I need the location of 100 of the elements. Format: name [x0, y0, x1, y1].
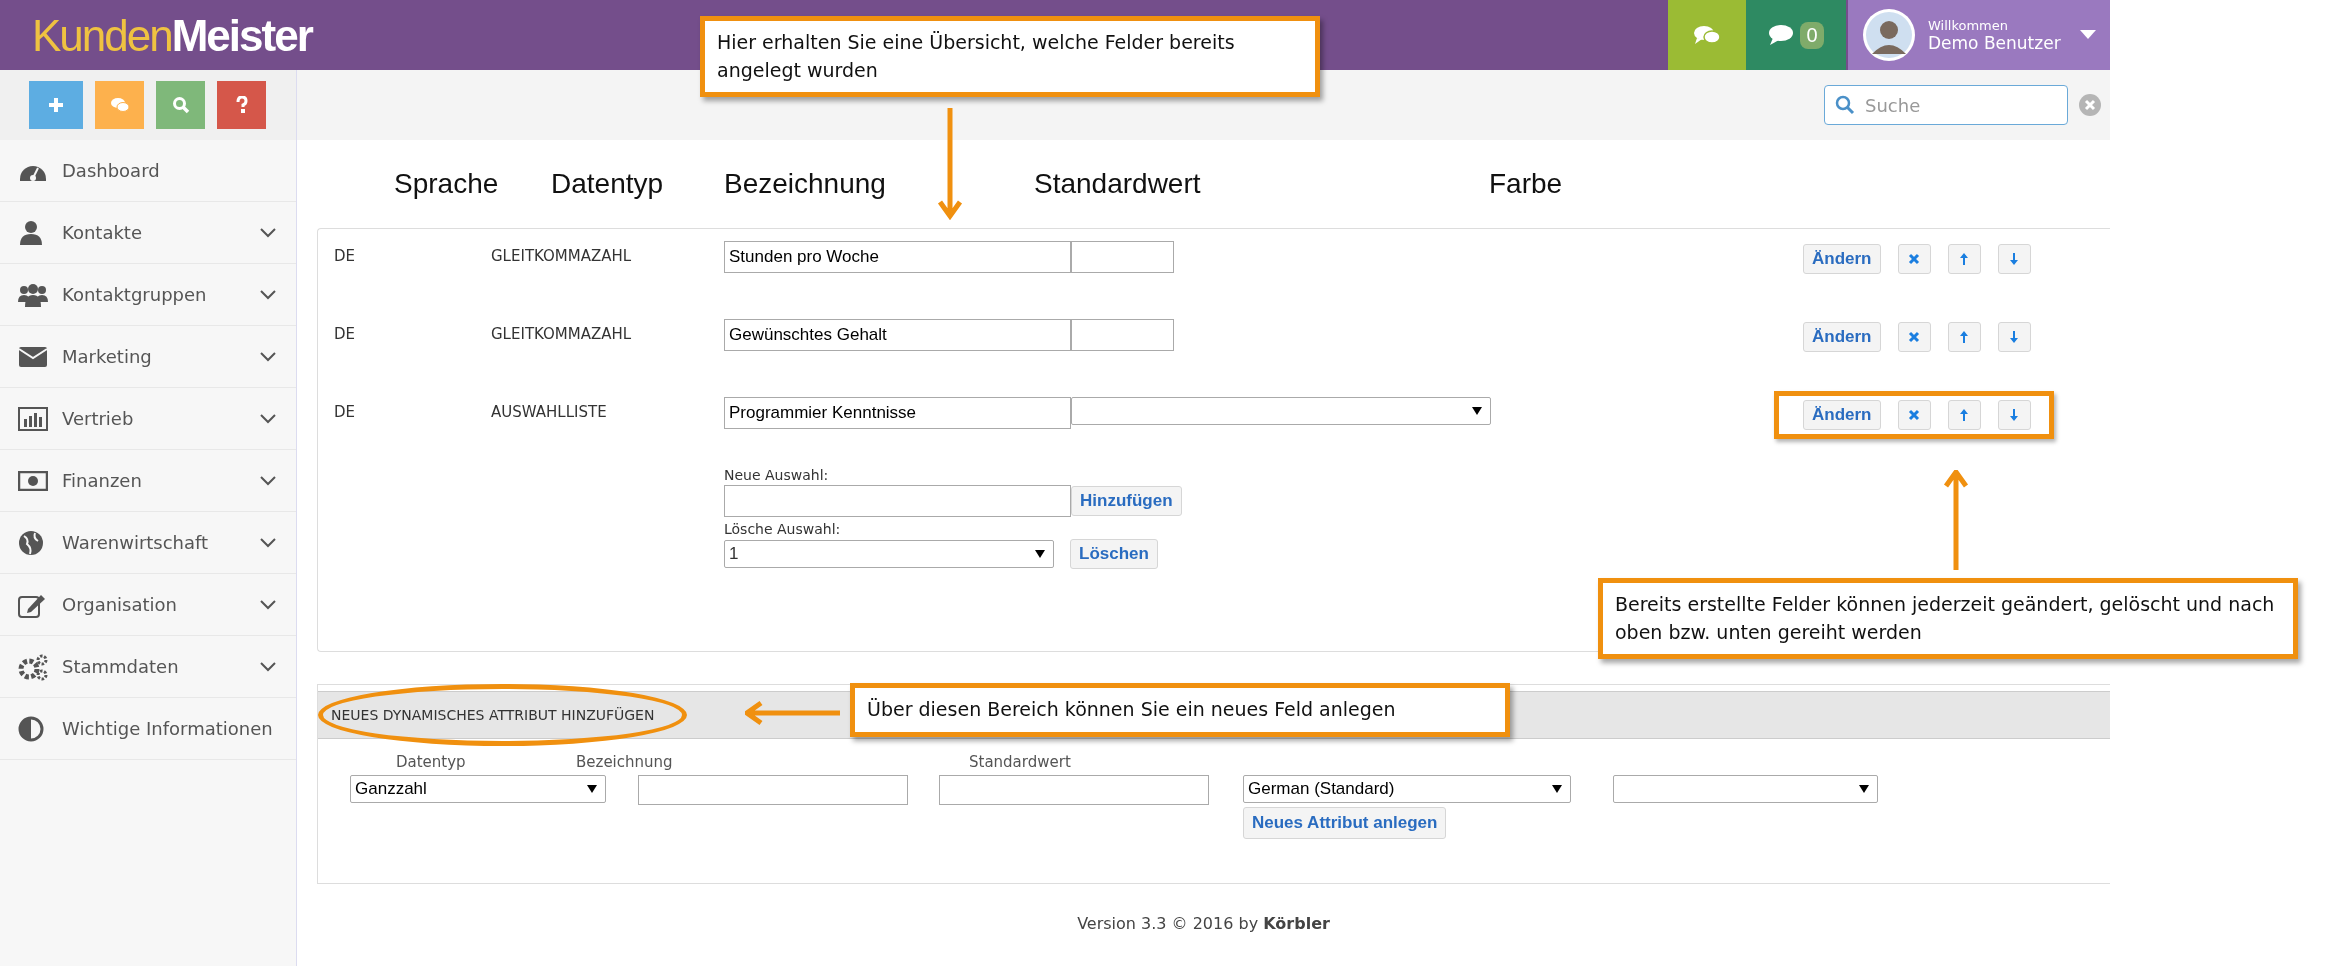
user-name: Demo Benutzer [1928, 32, 2062, 53]
sidebar-item[interactable]: Kontaktgruppen [0, 264, 296, 326]
close-icon [1908, 253, 1920, 265]
new-option-field[interactable] [724, 485, 1071, 517]
sidebar-item[interactable]: Finanzen [0, 450, 296, 512]
datatype-cell-text: AUSWAHLLISTE [491, 402, 608, 421]
edit-button[interactable]: Ändern [1803, 244, 1881, 274]
delete-icon-button[interactable] [1897, 244, 1931, 274]
quick-action-button[interactable] [95, 81, 144, 129]
default-value-select[interactable] [1071, 397, 1491, 425]
dropdown-arrow-icon [1552, 785, 1562, 793]
chat-icon [109, 97, 130, 113]
column-header: Standardwert [1034, 168, 1202, 200]
callout-box: Über diesen Bereich können Sie ein neues Feld anlegen [850, 683, 1510, 737]
envelope-icon [18, 345, 48, 368]
quick-action-button[interactable] [29, 81, 83, 129]
sidebar-item-label: Wichtige Informationen [62, 718, 274, 739]
sidebar-item[interactable]: Kontakte [0, 202, 296, 264]
arrow-down-icon [937, 108, 963, 220]
sidebar-item[interactable]: Vertrieb [0, 388, 296, 450]
column-header: Datentyp [551, 168, 665, 200]
name-field[interactable] [638, 775, 908, 805]
close-icon [1908, 331, 1920, 343]
sidebar-item-label: Organisation [62, 594, 178, 615]
name-field[interactable]: Stunden pro Woche [724, 241, 1071, 273]
sidebar-item[interactable]: Marketing [0, 326, 296, 388]
arrow-down-icon [2009, 252, 2019, 266]
sidebar-item[interactable]: Warenwirtschaft [0, 512, 296, 574]
quick-action-button[interactable] [217, 81, 266, 129]
sidebar-item[interactable]: Dashboard [0, 140, 296, 202]
contrast-icon [18, 715, 44, 742]
sidebar-item[interactable]: Stammdaten [0, 636, 296, 698]
sidebar-item-label: Vertrieb [62, 408, 135, 429]
delete-icon-button[interactable] [1897, 322, 1931, 352]
question-icon [235, 96, 248, 114]
close-icon [1908, 409, 1920, 421]
language-cell-text: DE [334, 324, 357, 343]
column-header: Farbe [1489, 168, 1563, 200]
edit-button[interactable]: Ändern [1803, 400, 1881, 430]
move-down-button[interactable] [1997, 244, 2031, 274]
footer-text: Version 3.3 © 2016 by Körbler [1076, 913, 1331, 933]
color-select[interactable] [1613, 775, 1878, 803]
column-header: Sprache [394, 168, 500, 200]
default-value-field[interactable] [1071, 241, 1174, 273]
move-down-button[interactable] [1997, 322, 2031, 352]
arrow-up-icon [1959, 408, 1969, 422]
sidebar-item[interactable]: Wichtige Informationen [0, 698, 296, 760]
datatype-cell-text: GLEITKOMMAZAHL [491, 246, 633, 265]
move-up-button[interactable] [1947, 400, 1981, 430]
default-value-field[interactable] [1071, 319, 1174, 351]
chat-button[interactable] [1668, 0, 1746, 70]
panel-title: NEUES DYNAMISCHES ATTRIBUT HINZUFÜGEN [318, 684, 688, 746]
name-field[interactable]: Gewünschtes Gehalt [724, 319, 1071, 351]
delete-icon-button[interactable] [1897, 400, 1931, 430]
callout-box: Bereits erstellte Felder können jederzeit geändert, gelöscht und nach oben bzw. unten gereiht werden [1598, 578, 2298, 660]
move-down-button[interactable] [1997, 400, 2031, 430]
sidebar-item-label: Finanzen [62, 470, 143, 491]
move-up-button[interactable] [1947, 322, 1981, 352]
arrow-down-icon [2009, 330, 2019, 344]
dropdown-arrow-icon [587, 785, 597, 793]
arrow-left-icon [745, 699, 840, 727]
message-count-badge: 0 [1800, 21, 1824, 49]
sidebar-item-label: Kontaktgruppen [62, 284, 208, 305]
callout-box: Hier erhalten Sie eine Übersicht, welche Felder bereits angelegt wurden [700, 16, 1320, 98]
gears-icon [18, 652, 48, 681]
chat-icon [1693, 24, 1721, 46]
plus-icon [48, 97, 64, 113]
new-option-label: Neue Auswahl: [724, 467, 830, 483]
bar-chart-icon [18, 406, 48, 431]
create-attribute-button[interactable]: Neues Attribut anlegen [1243, 807, 1447, 839]
dropdown-arrow-icon [1472, 407, 1482, 415]
sidebar-item-label: Warenwirtschaft [62, 532, 210, 553]
group-icon [18, 281, 48, 308]
arrow-up-icon [1959, 330, 1969, 344]
speech-bubble-icon [1768, 24, 1795, 46]
field-label: Standardwert [969, 753, 1071, 771]
language-cell-text: DE [334, 246, 357, 265]
sidebar-item[interactable]: Organisation [0, 574, 296, 636]
caret-icon [2080, 30, 2096, 40]
move-up-button[interactable] [1947, 244, 1981, 274]
delete-button[interactable]: Löschen [1070, 539, 1158, 569]
default-value-field[interactable] [939, 775, 1209, 805]
edit-button[interactable]: Ändern [1803, 322, 1881, 352]
language-cell-text: DE [334, 402, 357, 421]
delete-option-select[interactable]: 1 [724, 540, 1054, 568]
logo: KundenMeister [31, 10, 312, 62]
add-button[interactable]: Hinzufügen [1071, 486, 1182, 516]
search-field[interactable]: Suche [1824, 85, 2068, 125]
datatype-cell-text: GLEITKOMMAZAHL [491, 324, 633, 343]
language-select[interactable]: German (Standard) [1243, 775, 1571, 803]
search-icon [171, 96, 190, 114]
name-field[interactable]: Programmier Kenntnisse [724, 397, 1071, 429]
clear-icon[interactable] [2078, 93, 2102, 117]
column-header: Bezeichnung [724, 168, 887, 200]
quick-action-button[interactable] [156, 81, 205, 129]
user-menu[interactable]: Willkommen Demo Benutzer [1848, 0, 2110, 70]
datatype-select[interactable]: Ganzzahl [350, 775, 606, 803]
globe-icon [18, 529, 44, 556]
field-label: Datentyp [396, 753, 467, 771]
dropdown-arrow-icon [1859, 785, 1869, 793]
